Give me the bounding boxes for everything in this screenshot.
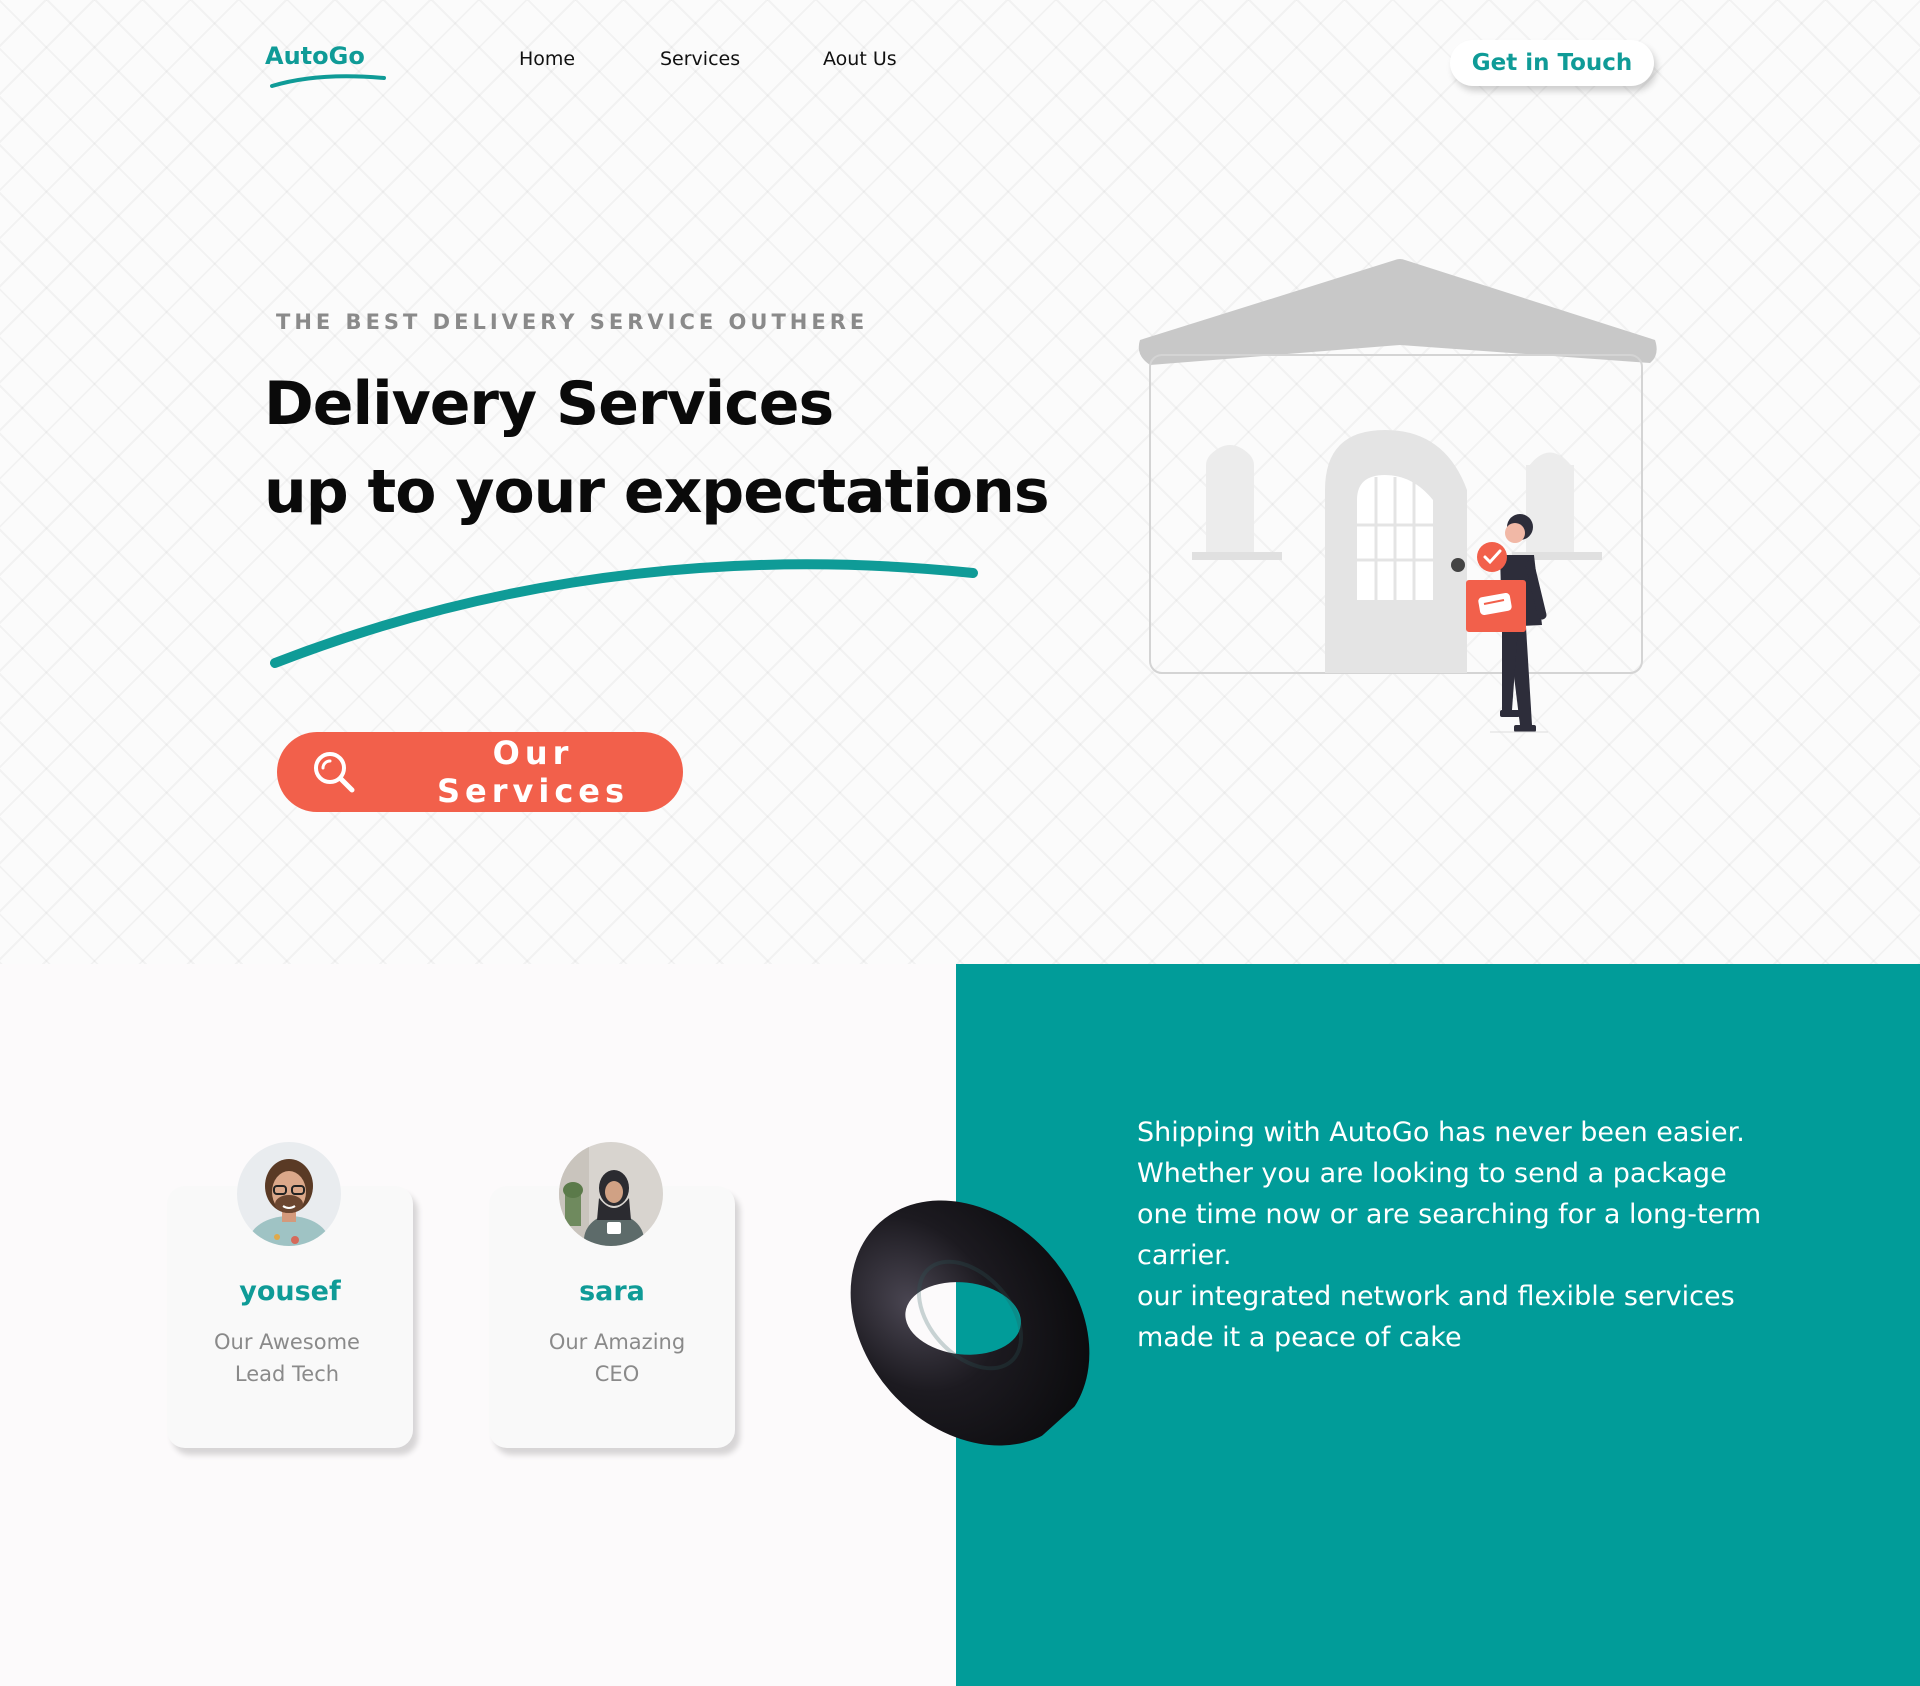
avatar <box>237 1142 341 1246</box>
headline-line-2: up to your expectations <box>264 457 1050 527</box>
delivery-illustration <box>1138 259 1657 733</box>
our-services-button[interactable]: Our Services <box>277 732 683 812</box>
member-role: Our Awesome Lead Tech <box>164 1326 410 1390</box>
team-card-yousef[interactable]: yousef Our Awesome Lead Tech <box>164 1142 413 1448</box>
hero-headline: Delivery Services up to your expectation… <box>264 360 1050 536</box>
member-role-line-2: CEO <box>594 1362 640 1386</box>
get-in-touch-button[interactable]: Get in Touch <box>1450 40 1654 86</box>
hero-section: AutoGo Home Services Aout Us Get in Touc… <box>0 0 1920 964</box>
search-icon <box>311 749 357 795</box>
member-role-line-1: Our Amazing <box>548 1330 686 1354</box>
logo-swoosh <box>270 74 386 88</box>
member-role-line-1: Our Awesome <box>214 1330 360 1354</box>
member-name: sara <box>579 1276 645 1307</box>
our-services-label: Our Services <box>436 734 630 810</box>
torus-decoration <box>850 1200 1090 1446</box>
hero-swoosh <box>270 559 978 668</box>
about-text: Shipping with AutoGo has never been easi… <box>1137 1117 1762 1353</box>
nav-home-link[interactable]: Home <box>519 48 575 70</box>
member-role: Our Amazing CEO <box>494 1326 740 1390</box>
member-role-line-2: Lead Tech <box>234 1362 340 1386</box>
member-name: yousef <box>239 1276 341 1307</box>
logo[interactable]: AutoGo <box>265 42 395 102</box>
team-card-sara[interactable]: sara Our Amazing CEO <box>489 1142 735 1448</box>
avatar <box>559 1142 663 1246</box>
logo-text: AutoGo <box>265 42 365 70</box>
hero-tagline: THE BEST DELIVERY SERVICE OUTHERE <box>276 310 869 334</box>
nav-about-link[interactable]: Aout Us <box>823 48 897 70</box>
nav-services-link[interactable]: Services <box>660 48 740 70</box>
headline-line-1: Delivery Services <box>264 369 834 439</box>
team-section: yousef Our Awesome Lead Tech sara Our Am… <box>0 964 956 1686</box>
